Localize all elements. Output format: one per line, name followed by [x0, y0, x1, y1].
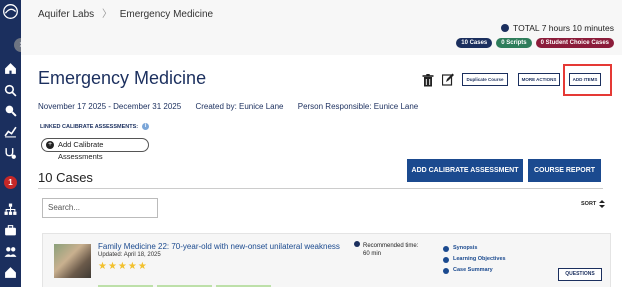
summary-badges: 10 Cases 0 Scripts 0 Student Choice Case…: [456, 38, 614, 48]
cases-count-badge: 10 Cases: [456, 38, 493, 48]
recommended-time: Recommended time: 60 min: [354, 241, 418, 258]
course-dates: November 17 2025 - December 31 2025: [38, 102, 182, 111]
trash-icon[interactable]: [422, 74, 434, 87]
case-card: Family Medicine 22: 70-year-old with new…: [42, 233, 611, 287]
users-icon[interactable]: [4, 245, 17, 258]
more-actions-button[interactable]: MORE ACTIONS: [518, 73, 560, 86]
course-meta: November 17 2025 - December 31 2025 Crea…: [38, 102, 430, 111]
plus-circle-icon: +: [46, 141, 54, 149]
scripts-count-badge: 0 Scripts: [496, 38, 532, 48]
synopsis-link[interactable]: Synopsis: [443, 243, 506, 254]
duplicate-course-button[interactable]: Duplicate Course: [462, 73, 508, 86]
questions-button[interactable]: QUESTIONS: [558, 268, 602, 281]
course-main: Emergency Medicine Duplicate Course MORE…: [21, 55, 622, 287]
linked-calibrate-label: LINKED CALIBRATE ASSESSMENTS: i: [40, 123, 150, 130]
add-calibrate-assessment-button[interactable]: ADD CALIBRATE ASSESSMENT: [407, 159, 523, 182]
recommended-time-value: 60 min: [363, 251, 382, 257]
cases-divider: [38, 188, 603, 189]
home-icon[interactable]: [4, 62, 17, 75]
zoom-search-icon[interactable]: [4, 104, 17, 117]
breadcrumb-chevron-icon: 〉: [101, 9, 112, 20]
case-summary-link[interactable]: Case Summary: [443, 265, 506, 276]
analytics-chart-icon[interactable]: [4, 125, 17, 138]
recommended-time-label: Recommended time:: [363, 243, 419, 249]
info-circle-icon: [443, 245, 449, 252]
sort-control[interactable]: SORT: [581, 200, 606, 208]
document-icon: [443, 267, 449, 274]
case-title-link[interactable]: Family Medicine 22: 70-year-old with new…: [98, 242, 340, 251]
search-icon[interactable]: [4, 84, 17, 97]
learning-objectives-label: Learning Objectives: [453, 256, 506, 262]
edit-pencil-icon[interactable]: [442, 73, 454, 86]
case-thumbnail[interactable]: [54, 244, 91, 278]
add-items-highlight-box: [563, 64, 612, 96]
topbar: Aquifer Labs 〉 Emergency Medicine TOTAL …: [21, 0, 622, 55]
clock-icon: [354, 241, 360, 247]
page-title: Emergency Medicine: [38, 68, 207, 88]
sort-arrows-icon: [599, 200, 606, 208]
breadcrumb-current: Emergency Medicine: [119, 9, 214, 20]
case-links: Synopsis Learning Objectives Case Summar…: [443, 243, 506, 276]
breadcrumb: Aquifer Labs 〉 Emergency Medicine: [38, 5, 213, 20]
course-created-by: Created by: Eunice Lane: [195, 102, 284, 111]
stethoscope-icon[interactable]: [4, 147, 17, 160]
learning-objectives-link[interactable]: Learning Objectives: [443, 254, 506, 265]
star-rating: ★★★★★: [98, 261, 148, 272]
sitemap-icon[interactable]: [4, 203, 17, 216]
home-alt-icon[interactable]: [4, 266, 17, 279]
clock-icon: [501, 24, 510, 32]
info-icon[interactable]: i: [142, 123, 150, 130]
total-time-label: TOTAL 7 hours 10 minutes: [513, 23, 614, 33]
aquifer-logo-icon[interactable]: [2, 3, 19, 20]
case-updated-date: Updated: April 18, 2025: [98, 252, 161, 258]
sort-label: SORT: [581, 201, 597, 207]
objectives-icon: [443, 256, 449, 263]
student-choice-badge: 0 Student Choice Cases: [535, 38, 614, 48]
course-responsible: Person Responsible: Eunice Lane: [297, 102, 419, 111]
briefcase-icon[interactable]: [4, 224, 17, 237]
total-time: TOTAL 7 hours 10 minutes: [501, 23, 614, 33]
course-report-button[interactable]: COURSE REPORT: [528, 159, 601, 182]
cases-heading: 10 Cases: [38, 170, 93, 185]
breadcrumb-root[interactable]: Aquifer Labs: [38, 9, 94, 20]
add-calibrate-pill-label: Add Calibrate Assessments: [58, 140, 104, 161]
linked-calibrate-text: LINKED CALIBRATE ASSESSMENTS:: [40, 123, 139, 130]
cases-search-input[interactable]: Search...: [42, 198, 158, 218]
synopsis-label: Synopsis: [453, 245, 478, 251]
add-calibrate-assessments-pill[interactable]: + Add Calibrate Assessments: [41, 138, 149, 161]
notification-badge[interactable]: 1: [4, 176, 17, 189]
case-summary-label: Case Summary: [453, 267, 493, 273]
